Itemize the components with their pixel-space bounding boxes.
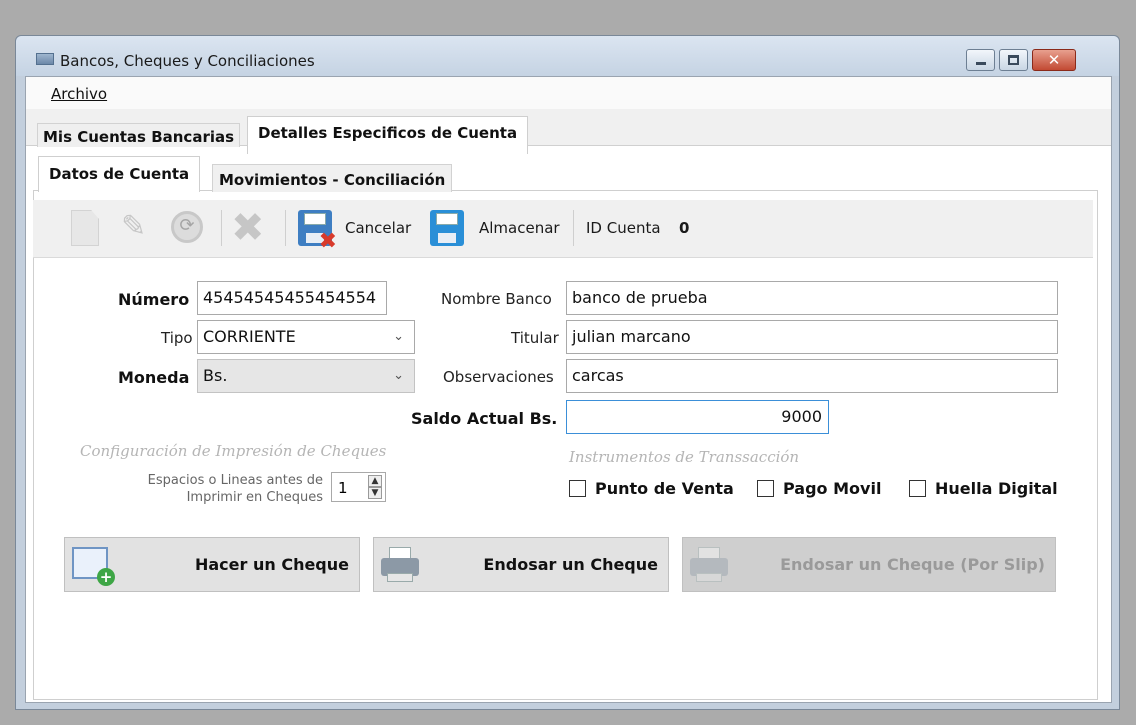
id-cuenta-label: ID Cuenta	[586, 219, 661, 237]
close-button[interactable]: ✕	[1032, 49, 1076, 71]
spin-up-icon[interactable]: ▲	[368, 475, 382, 487]
moneda-select-value: Bs.	[203, 366, 228, 385]
title-bar[interactable]: Bancos, Cheques y Conciliaciones ✕	[16, 36, 1119, 76]
tipo-select[interactable]: CORRIENTE ⌄	[197, 320, 415, 354]
maximize-button[interactable]	[999, 49, 1028, 71]
maximize-icon	[1008, 55, 1019, 65]
toolbar-separator	[573, 210, 574, 246]
toolbar: ✎ ⟳ ✖ ✖ Cancelar Almacenar ID Cuenta 0	[33, 200, 1093, 258]
menu-bar: Archivo	[26, 77, 1111, 109]
refresh-icon[interactable]: ⟳	[171, 211, 203, 243]
huella-digital-checkbox[interactable]: Huella Digital	[909, 479, 1058, 498]
nombre-banco-label: Nombre Banco	[441, 290, 552, 308]
id-cuenta-value: 0	[679, 219, 690, 237]
hacer-cheque-button[interactable]: + Hacer un Cheque	[64, 537, 360, 592]
huella-digital-label: Huella Digital	[935, 479, 1058, 498]
endosar-slip-label: Endosar un Cheque (Por Slip)	[780, 555, 1045, 574]
tipo-select-value: CORRIENTE	[203, 327, 296, 346]
numero-field[interactable]: 45454545455454554	[197, 281, 387, 315]
tab-datos-de-cuenta[interactable]: Datos de Cuenta	[38, 156, 201, 192]
lines-spinner[interactable]: 1 ▲ ▼	[331, 472, 386, 502]
observaciones-label: Observaciones	[443, 368, 554, 386]
lines-label-2: Imprimir en Cheques	[186, 490, 323, 505]
punto-venta-checkbox[interactable]: Punto de Venta	[569, 479, 734, 498]
chevron-down-icon: ⌄	[393, 368, 404, 383]
moneda-select[interactable]: Bs. ⌄	[197, 359, 415, 393]
minimize-icon	[976, 62, 986, 65]
chevron-down-icon: ⌄	[393, 329, 404, 344]
close-icon: ✕	[1047, 51, 1061, 69]
pago-movil-label: Pago Movil	[783, 479, 882, 498]
endosar-cheque-label: Endosar un Cheque	[483, 555, 658, 574]
tab-mis-cuentas-bancarias[interactable]: Mis Cuentas Bancarias	[37, 123, 241, 147]
minimize-button[interactable]	[966, 49, 995, 71]
checkbox-icon[interactable]	[757, 480, 774, 497]
titular-label: Titular	[511, 329, 559, 347]
saldo-actual-field[interactable]: 9000	[566, 400, 829, 434]
instruments-title: Instrumentos de Transsacción	[569, 448, 800, 466]
endosar-cheque-button[interactable]: Endosar un Cheque	[373, 537, 669, 592]
printer-icon	[381, 547, 419, 583]
tipo-label: Tipo	[161, 329, 193, 347]
app-icon	[36, 53, 54, 65]
titular-field[interactable]: julian marcano	[566, 320, 1058, 354]
endosar-slip-button[interactable]: Endosar un Cheque (Por Slip)	[682, 537, 1056, 592]
lines-label-1: Espacios o Lineas antes de	[147, 473, 323, 488]
saldo-actual-label: Saldo Actual Bs.	[411, 409, 558, 428]
cancel-floppy-icon[interactable]: ✖	[298, 210, 337, 253]
menu-archivo[interactable]: Archivo	[51, 85, 107, 103]
save-floppy-icon[interactable]	[430, 210, 464, 246]
window-title: Bancos, Cheques y Conciliaciones	[60, 52, 315, 70]
save-label[interactable]: Almacenar	[479, 219, 560, 237]
tab-movimientos-conciliacion[interactable]: Movimientos - Conciliación	[212, 164, 453, 192]
spin-down-icon[interactable]: ▼	[368, 487, 382, 499]
nombre-banco-field[interactable]: banco de prueba	[566, 281, 1058, 315]
hacer-cheque-label: Hacer un Cheque	[194, 555, 349, 574]
pago-movil-checkbox[interactable]: Pago Movil	[757, 479, 881, 498]
checkbox-icon[interactable]	[909, 480, 926, 497]
toolbar-separator	[285, 210, 286, 246]
cancel-label[interactable]: Cancelar	[345, 219, 411, 237]
check-add-icon: +	[72, 547, 115, 586]
numero-label: Número	[118, 290, 190, 309]
lines-spinner-value: 1	[338, 479, 348, 497]
edit-icon[interactable]: ✎	[121, 210, 146, 244]
observaciones-field[interactable]: carcas	[566, 359, 1058, 393]
checkbox-icon[interactable]	[569, 480, 586, 497]
toolbar-separator	[221, 210, 222, 246]
new-document-icon[interactable]	[71, 210, 99, 246]
delete-icon[interactable]: ✖	[231, 208, 265, 248]
punto-venta-label: Punto de Venta	[595, 479, 734, 498]
moneda-label: Moneda	[118, 368, 190, 387]
printer-icon	[690, 547, 728, 583]
print-config-title: Configuración de Impresión de Cheques	[80, 442, 387, 460]
tab-detalles-especificos[interactable]: Detalles Especificos de Cuenta	[247, 116, 529, 154]
